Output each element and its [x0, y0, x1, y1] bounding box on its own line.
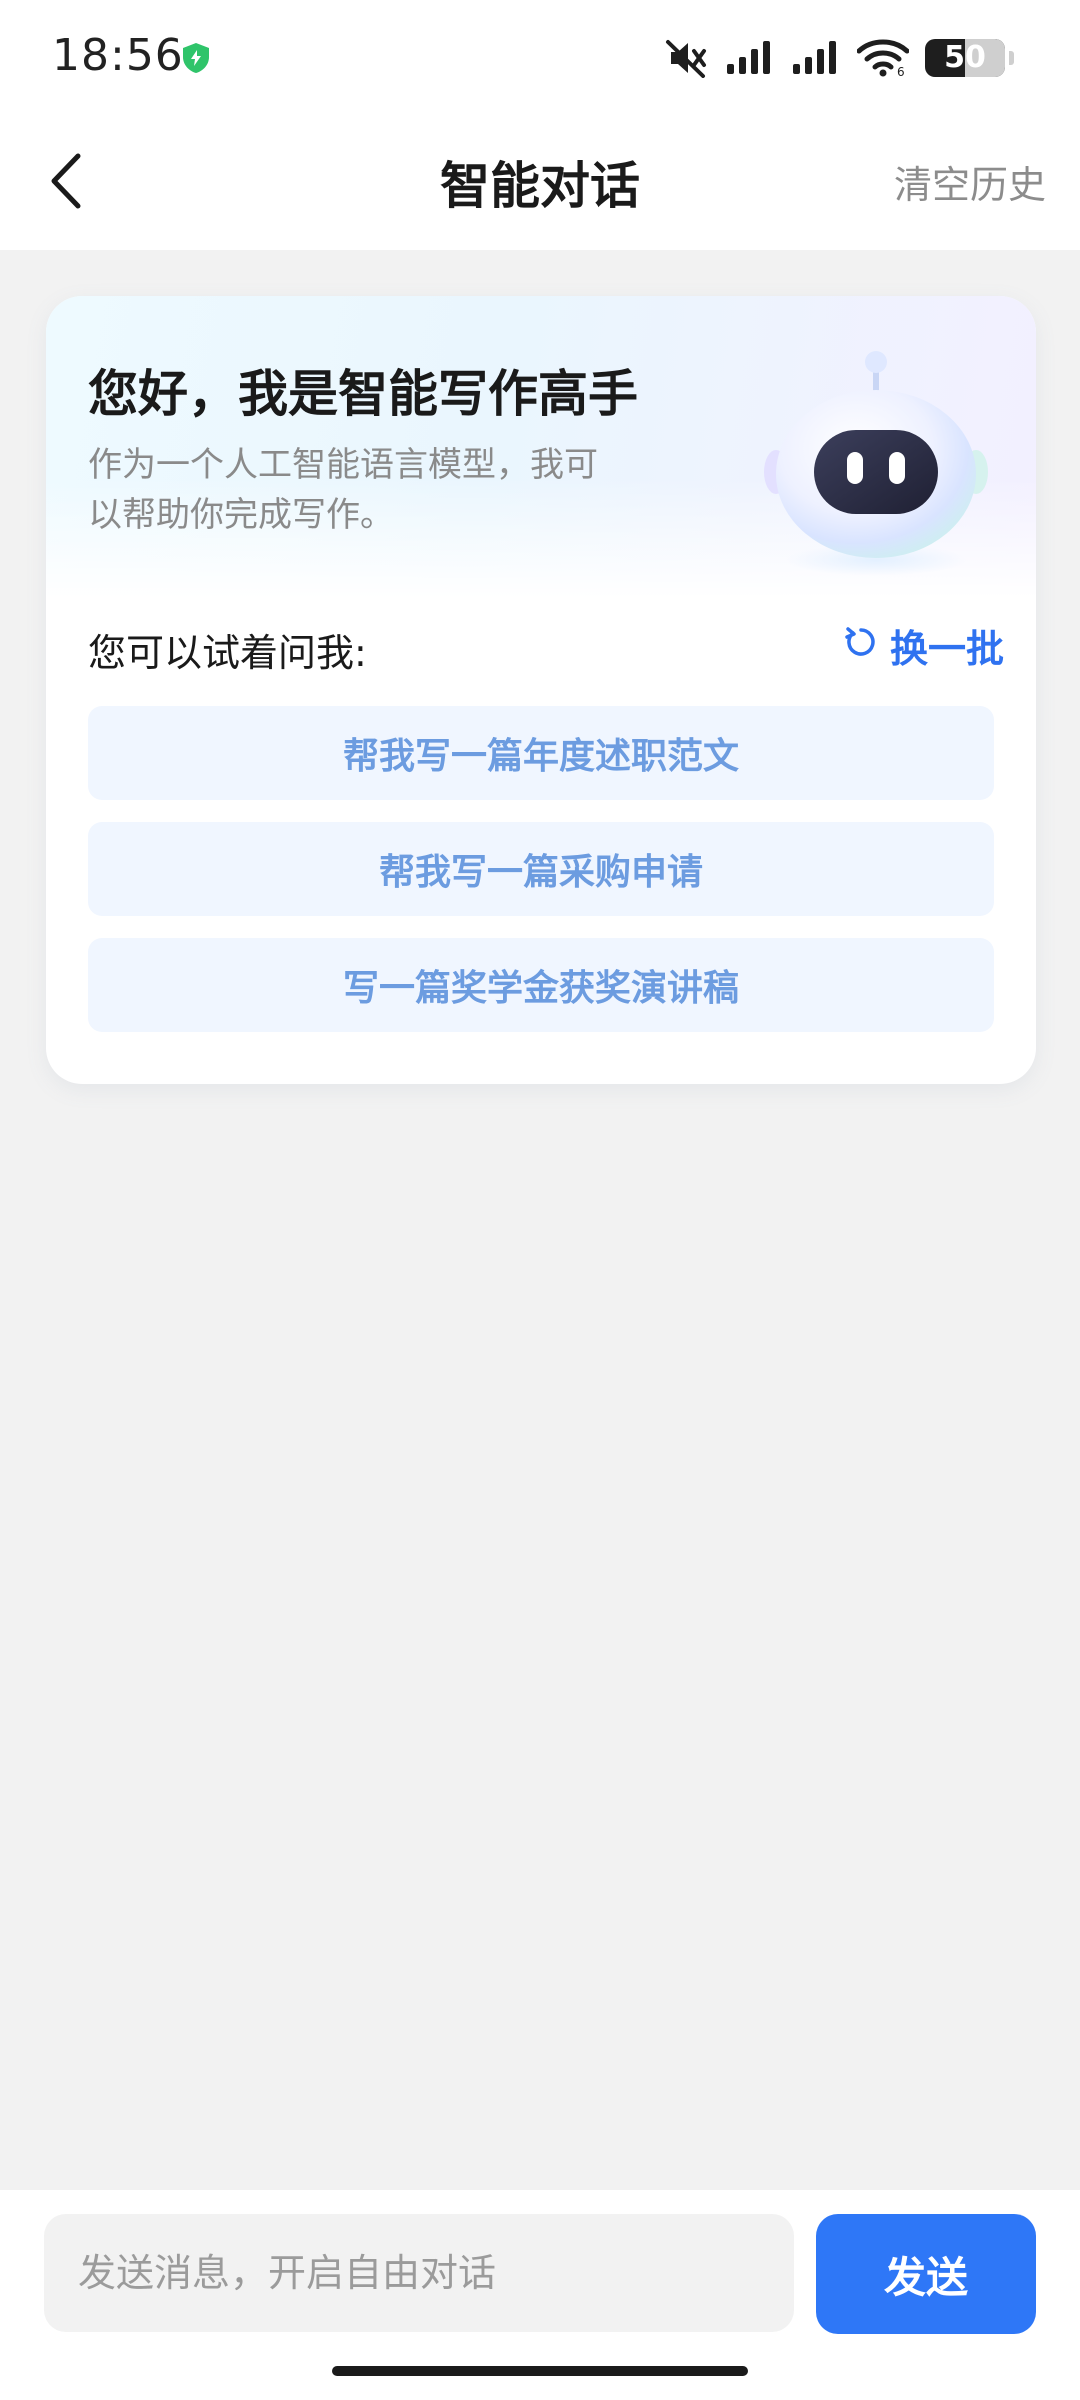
assistant-intro-card: 您好，我是智能写作高手 作为一个人工智能语言模型，我可以帮助你完成写作。 您可以…	[46, 296, 1036, 1084]
battery-tip	[1009, 51, 1014, 65]
bottom-input-bar: 发送	[0, 2190, 1080, 2400]
refresh-icon	[844, 624, 878, 668]
chevron-left-icon	[46, 152, 86, 214]
message-input[interactable]	[44, 2214, 794, 2332]
signal-icon	[791, 40, 841, 76]
battery-level-text: 50	[944, 40, 986, 75]
refresh-button[interactable]: 换一批	[844, 618, 1004, 673]
suggestion-item[interactable]: 帮我写一篇采购申请	[88, 822, 994, 916]
signal-icon	[725, 40, 775, 76]
prompt-label: 您可以试着问我:	[88, 631, 367, 675]
send-button[interactable]: 发送	[816, 2214, 1036, 2334]
home-indicator[interactable]	[332, 2366, 748, 2376]
mute-icon	[665, 38, 709, 78]
greeting-title: 您好，我是智能写作高手	[88, 365, 638, 423]
status-time: 18:56	[52, 30, 184, 81]
back-button[interactable]	[34, 148, 98, 218]
suggestion-item[interactable]: 写一篇奖学金获奖演讲稿	[88, 938, 994, 1032]
intro-text: 作为一个人工智能语言模型，我可以帮助你完成写作。	[88, 445, 598, 535]
suggestion-item[interactable]: 帮我写一篇年度述职范文	[88, 706, 994, 800]
status-bar: 18:56 6 50	[0, 0, 1080, 116]
wifi-icon: 6	[857, 39, 909, 77]
svg-text:6: 6	[897, 65, 905, 77]
robot-icon	[746, 346, 1006, 586]
refresh-label: 换一批	[889, 627, 1004, 671]
clear-history-button[interactable]: 清空历史	[894, 154, 1046, 209]
shield-icon	[182, 42, 210, 74]
suggestion-list: 帮我写一篇年度述职范文 帮我写一篇采购申请 写一篇奖学金获奖演讲稿	[88, 706, 994, 1054]
status-icons: 6 50	[665, 34, 1014, 82]
battery-icon: 50	[925, 39, 1005, 77]
header: 智能对话 清空历史	[0, 116, 1080, 250]
